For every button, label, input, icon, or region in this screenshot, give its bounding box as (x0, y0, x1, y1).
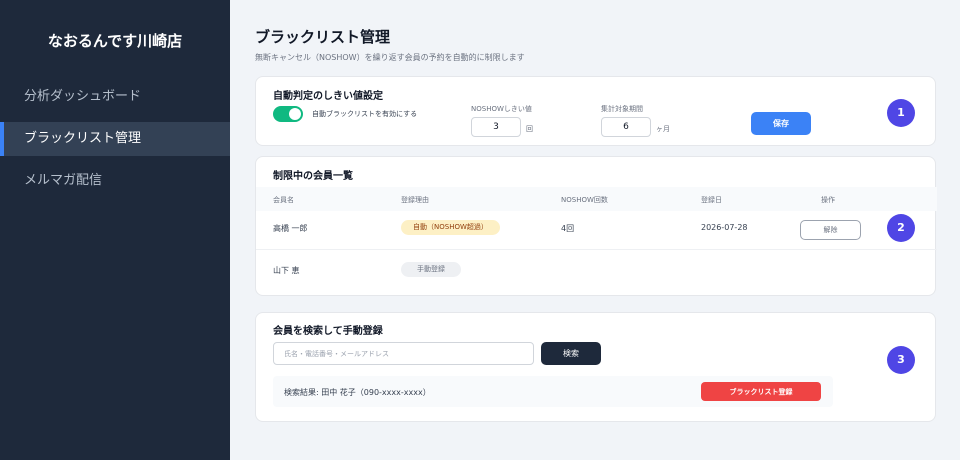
column-header-date: 登録日 (701, 196, 722, 204)
page-title: ブラックリスト管理 (255, 28, 391, 46)
noshow-threshold-label: NOSHOWしきい値 (471, 105, 532, 113)
search-button[interactable]: 検索 (541, 342, 601, 365)
toggle-knob (289, 108, 301, 120)
step-badge-1: 1 (887, 99, 915, 127)
member-search-input[interactable] (273, 342, 534, 365)
sidebar-item-newsletter[interactable]: メルマガ配信 (0, 164, 230, 198)
reason-badge-auto: 自動（NOSHOW超過） (401, 220, 500, 235)
main-content: ブラックリスト管理 無断キャンセル（NOSHOW）を繰り返す会員の予約を自動的に… (230, 0, 960, 460)
table-row: 山下 恵 手動登録 (256, 252, 937, 292)
sidebar-item-analytics[interactable]: 分析ダッシュボード (0, 80, 230, 114)
manual-registration-title: 会員を検索して手動登録 (273, 326, 383, 337)
sidebar: なおるんです川崎店 分析ダッシュボード ブラックリスト管理 メルマガ配信 (0, 0, 230, 460)
restricted-members-card: 制限中の会員一覧 会員名 登録理由 NOSHOW回数 登録日 操作 高橋 一郎 … (255, 156, 937, 296)
member-name: 山下 恵 (273, 266, 300, 275)
noshow-count: 4回 (561, 224, 575, 233)
noshow-threshold-input[interactable] (471, 117, 521, 137)
auto-blacklist-toggle[interactable] (273, 106, 303, 122)
manual-registration-card: 会員を検索して手動登録 検索 検索結果: 田中 花子（090-xxxx-xxxx… (255, 312, 936, 422)
blacklist-register-button[interactable]: ブラックリスト登録 (701, 382, 821, 401)
member-name: 高橋 一郎 (273, 224, 308, 233)
search-result: 検索結果: 田中 花子（090-xxxx-xxxx） ブラックリスト登録 (273, 376, 833, 407)
reason-badge-manual: 手動登録 (401, 262, 461, 277)
table-row: 高橋 一郎 自動（NOSHOW超過） 4回 2026-07-28 解除 (256, 210, 937, 250)
period-label: 集計対象期間 (601, 105, 643, 113)
save-button[interactable]: 保存 (751, 112, 811, 135)
restricted-members-title: 制限中の会員一覧 (273, 171, 353, 182)
sidebar-item-blacklist[interactable]: ブラックリスト管理 (0, 122, 230, 156)
column-header-reason: 登録理由 (401, 196, 429, 204)
threshold-settings-card: 自動判定のしきい値設定 自動ブラックリストを有効にする NOSHOWしきい値 回… (255, 76, 936, 146)
noshow-threshold-unit: 回 (526, 125, 533, 133)
registration-date: 2026-07-28 (701, 223, 748, 232)
auto-blacklist-toggle-label: 自動ブラックリストを有効にする (312, 110, 418, 118)
search-result-text: 検索結果: 田中 花子（090-xxxx-xxxx） (284, 388, 431, 397)
release-button[interactable]: 解除 (800, 220, 861, 240)
column-header-noshow-count: NOSHOW回数 (561, 196, 608, 204)
threshold-settings-title: 自動判定のしきい値設定 (273, 91, 383, 102)
step-badge-3: 3 (887, 346, 915, 374)
store-name: なおるんです川崎店 (47, 32, 183, 50)
members-table-header: 会員名 登録理由 NOSHOW回数 登録日 操作 (256, 187, 937, 211)
step-badge-2: 2 (887, 214, 915, 242)
period-unit: ヶ月 (656, 125, 670, 133)
page-subtitle: 無断キャンセル（NOSHOW）を繰り返す会員の予約を自動的に制限します (255, 53, 525, 62)
column-header-name: 会員名 (273, 196, 294, 204)
column-header-action: 操作 (821, 196, 835, 204)
period-input[interactable] (601, 117, 651, 137)
